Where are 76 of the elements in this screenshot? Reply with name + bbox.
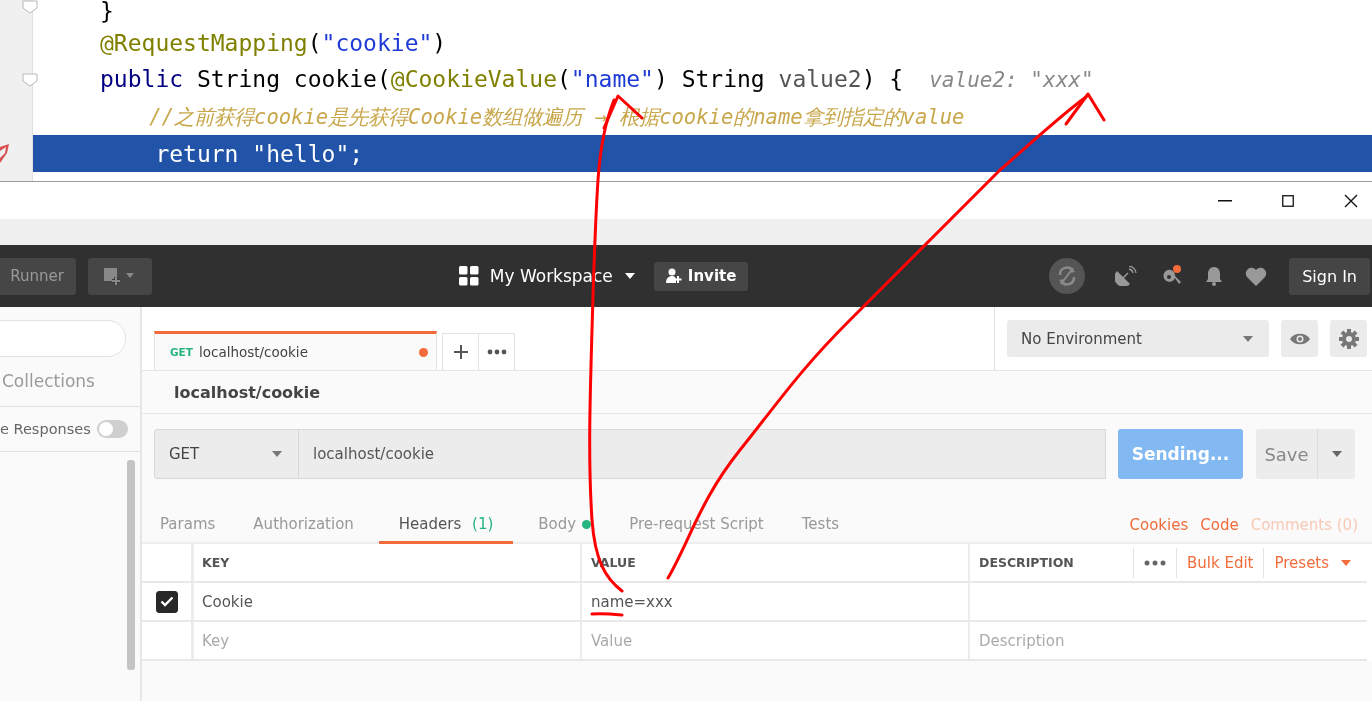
search-field[interactable] — [0, 320, 126, 357]
heart-icon[interactable] — [1245, 266, 1268, 286]
toggle-label: e Responses — [0, 421, 91, 437]
code-token: @CookieValue — [390, 66, 557, 92]
column-header: KEY — [202, 555, 230, 570]
column-header: DESCRIPTION — [979, 555, 1075, 570]
method-dropdown[interactable]: GET — [154, 429, 299, 479]
add-user-icon — [665, 268, 682, 284]
caret-icon — [1341, 559, 1352, 566]
caret-icon — [1243, 335, 1253, 342]
section-tab[interactable]: Tests — [788, 507, 853, 544]
checkbox[interactable] — [155, 590, 178, 613]
code-token: "hello"; — [252, 140, 364, 167]
settings-button[interactable] — [1330, 320, 1367, 357]
more-icon — [486, 349, 507, 355]
code-token: } — [100, 0, 114, 24]
bell-icon[interactable] — [1205, 266, 1224, 286]
section-tab[interactable]: Authorization — [240, 507, 367, 544]
sign-in-button[interactable]: Sign In — [1289, 257, 1370, 295]
eye-icon — [1289, 332, 1310, 345]
sync-off-icon[interactable] — [1049, 258, 1086, 294]
environment-dropdown[interactable]: No Environment — [1007, 320, 1269, 357]
code-token: "cookie" — [321, 29, 433, 56]
runner-button[interactable]: Runner — [0, 257, 76, 295]
code-token: ( — [557, 66, 571, 92]
link[interactable]: Cookies — [1129, 515, 1189, 534]
send-button[interactable]: Sending... — [1118, 429, 1243, 479]
new-button[interactable] — [88, 257, 152, 295]
description-input-field[interactable]: Description — [979, 631, 1065, 650]
table-cell: Cookie — [202, 592, 253, 611]
code-token: public — [100, 66, 184, 92]
code-token: ) String — [653, 66, 766, 92]
plus-icon — [452, 344, 469, 360]
code-token: String cookie( — [195, 66, 391, 92]
code-token: "name" — [570, 66, 654, 92]
eye-button[interactable] — [1281, 320, 1318, 357]
inline-value-hint: value2: "xxx" — [929, 68, 1094, 92]
invite-button[interactable]: Invite — [653, 261, 749, 291]
value-input-field[interactable]: Value — [591, 631, 633, 650]
satellite-icon[interactable] — [1115, 266, 1138, 286]
more-options-icon[interactable] — [1144, 559, 1166, 566]
request-tab[interactable]: GET localhost/cookie — [154, 331, 437, 370]
more-options-button[interactable] — [478, 333, 515, 370]
code-token: ) { — [861, 66, 904, 92]
annotation-underline — [590, 612, 624, 617]
code-token: value2 — [778, 66, 862, 92]
code-token: ( — [307, 29, 322, 56]
caret-icon — [623, 272, 636, 280]
close-icon[interactable] — [1344, 193, 1358, 208]
fold-marker-icon[interactable] — [22, 73, 38, 87]
minimize-icon[interactable] — [1218, 199, 1232, 202]
presets-dropdown[interactable]: Presets — [1274, 553, 1352, 572]
scrollbar[interactable] — [127, 460, 135, 670]
grid-icon — [458, 266, 479, 286]
table-cell: name=xxx — [591, 592, 673, 611]
fold-marker-icon[interactable] — [22, 0, 38, 14]
code-token: ) — [432, 29, 447, 56]
code-token: return — [154, 140, 240, 167]
caret-icon — [272, 451, 282, 457]
toggle-switch[interactable] — [96, 420, 128, 438]
section-tab[interactable]: Body — [525, 507, 605, 544]
collections-tab[interactable]: Collections — [2, 371, 95, 391]
request-name: localhost/cookie — [174, 382, 321, 402]
link[interactable]: Code — [1200, 515, 1239, 534]
url-field[interactable]: localhost/cookie — [299, 429, 1106, 479]
new-tab-button[interactable] — [442, 333, 479, 370]
section-tab[interactable]: Params — [147, 507, 229, 544]
bulk-edit-link[interactable]: Bulk Edit — [1187, 553, 1254, 572]
tab-title: localhost/cookie — [198, 344, 308, 360]
maximize-icon[interactable] — [1282, 194, 1294, 207]
check-icon — [159, 596, 174, 607]
code-token: @RequestMapping — [100, 29, 308, 56]
breakpoint-icon[interactable] — [0, 143, 10, 165]
key-input-field[interactable]: Key — [202, 631, 230, 650]
caret-icon — [1331, 451, 1342, 457]
method-label: GET — [170, 346, 193, 358]
